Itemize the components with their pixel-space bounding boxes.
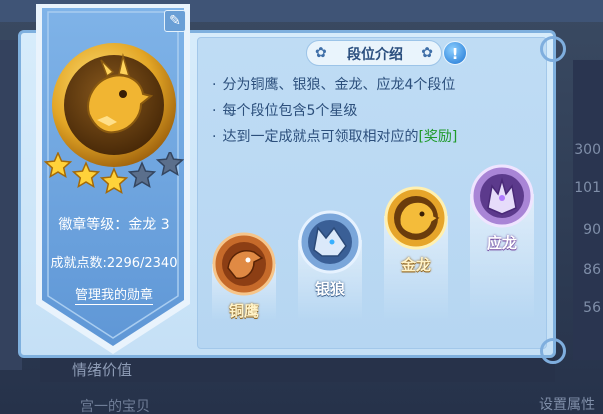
star-filled-icon xyxy=(71,161,101,189)
star-filled-icon xyxy=(99,167,129,195)
intro-rules-list: · 分为铜鹰、银狼、金龙、应龙4个段位 · 每个段位包含5个星级 · 达到一定成就点可… xyxy=(212,76,457,154)
background-number: 101 xyxy=(574,180,601,196)
corner-ornament-icon xyxy=(540,338,566,364)
rule-item: · 分为铜鹰、银狼、金龙、应龙4个段位 xyxy=(212,77,456,93)
star-empty-icon xyxy=(127,161,157,189)
badge-level-text: 徽章等级：金龙 3 xyxy=(58,217,170,233)
tier-label: 银狼 xyxy=(314,280,345,298)
background-number: 86 xyxy=(583,262,601,278)
gold-dragon-icon xyxy=(384,186,448,250)
background-number: 56 xyxy=(583,300,601,316)
corner-ornament-icon xyxy=(540,36,566,62)
background-bottom-label-2: 宫一的宝贝 xyxy=(80,399,150,414)
achievement-points-text: 成就点数:2296/2340 xyxy=(50,256,178,271)
silver-wolf-icon xyxy=(298,210,362,274)
tier-bronze[interactable]: 铜鹰 xyxy=(212,232,276,321)
tier-silver[interactable]: 银狼 xyxy=(298,210,362,299)
gold-dragon-medal-icon xyxy=(49,40,179,170)
purple-dragon-icon xyxy=(470,164,534,228)
tier-label: 金龙 xyxy=(400,256,431,274)
edit-badge-button[interactable]: ✎ xyxy=(164,10,186,32)
background-bottom-right-label: 设置属性 xyxy=(539,397,595,413)
rule-item: · 每个段位包含5个星级 xyxy=(212,103,358,119)
manage-badges-link[interactable]: 管理我的勋章 xyxy=(36,284,192,305)
star-filled-icon xyxy=(43,151,73,179)
background-number: 300 xyxy=(574,142,601,158)
tier-purple[interactable]: 应龙 xyxy=(470,164,534,253)
manage-badges-label[interactable]: 管理我的勋章 xyxy=(74,288,153,305)
rule-item: · 达到一定成就点可领取相对应的[奖励] xyxy=(212,129,458,145)
info-icon[interactable]: ! xyxy=(443,41,467,65)
star-empty-icon xyxy=(155,149,185,177)
reward-link[interactable]: [奖励] xyxy=(418,129,457,145)
tier-gold[interactable]: 金龙 xyxy=(384,186,448,275)
bronze-eagle-icon xyxy=(212,232,276,296)
background-number: 90 xyxy=(583,222,601,238)
intro-title-bar: ✿ 段位介绍 ✿ xyxy=(306,40,442,66)
tier-label: 铜鹰 xyxy=(228,302,259,320)
tier-label: 应龙 xyxy=(486,234,517,252)
star-rating xyxy=(43,149,185,202)
curl-right-icon: ✿ xyxy=(421,45,433,61)
background-bottom-label: 情绪价值 xyxy=(72,361,133,379)
